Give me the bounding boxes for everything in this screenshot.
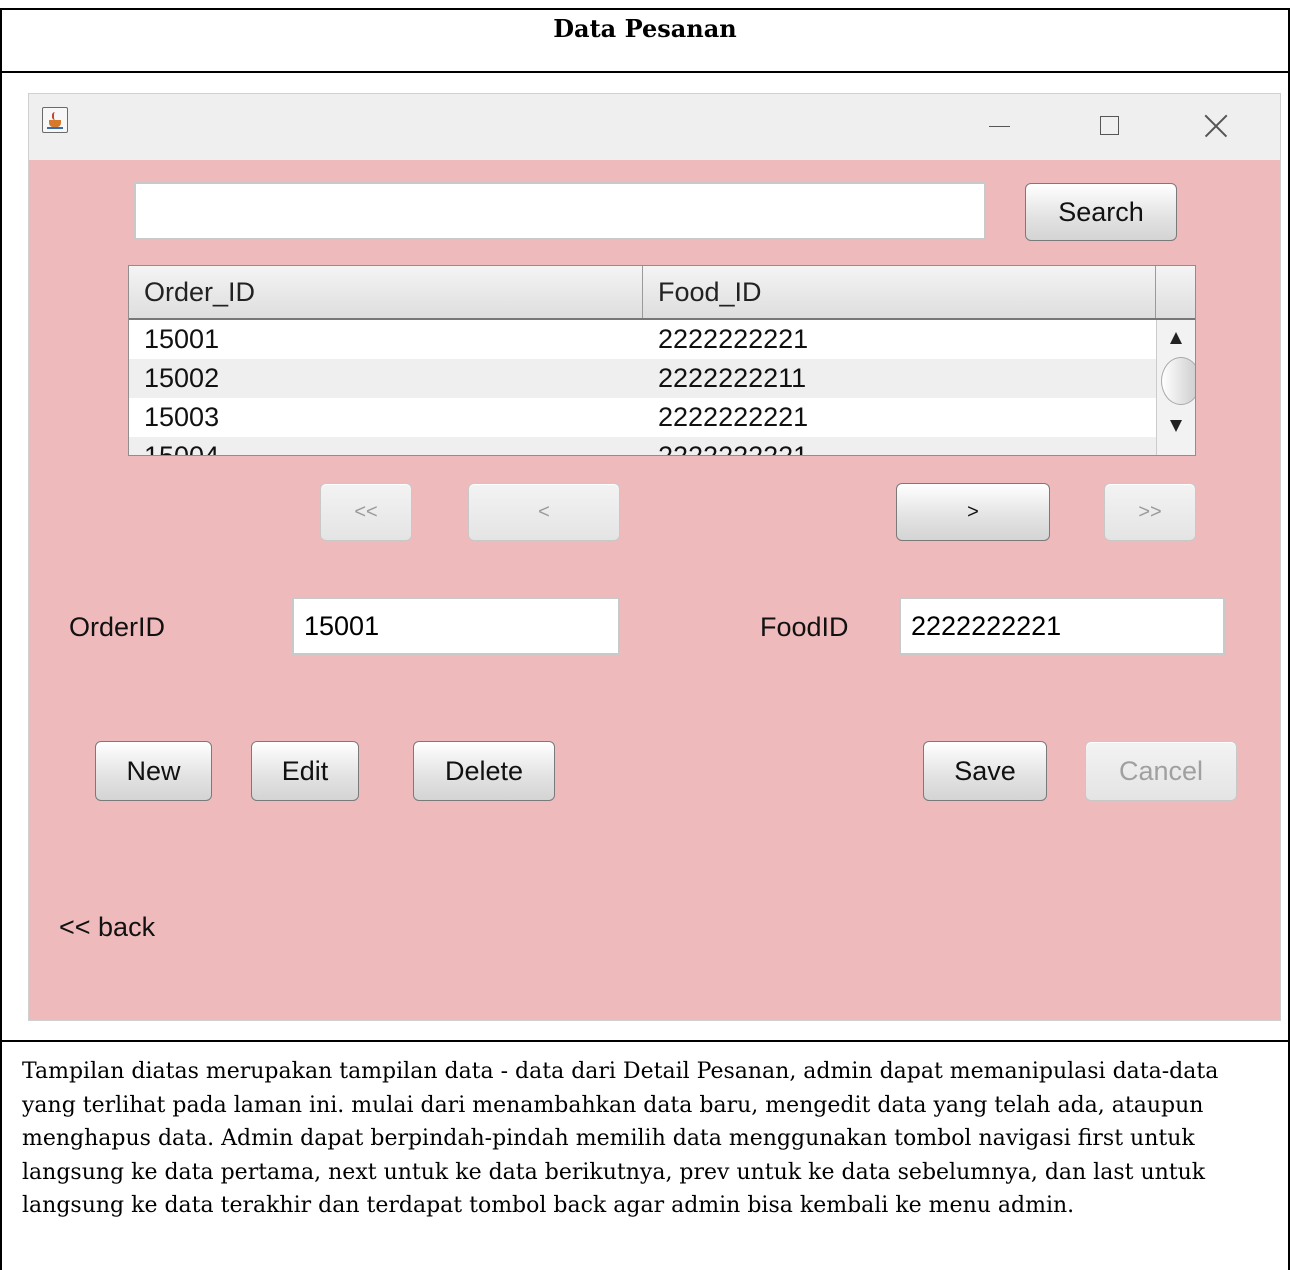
- maximize-icon[interactable]: [1089, 110, 1129, 142]
- table-row[interactable]: 15001 2222222221: [129, 320, 1156, 359]
- food-id-label: FoodID: [760, 612, 849, 642]
- cell-order-id: 15004: [144, 441, 220, 456]
- column-header-food-id[interactable]: Food_ID: [643, 266, 1156, 318]
- cell-order-id: 15003: [144, 402, 220, 432]
- prev-button[interactable]: <: [468, 483, 620, 541]
- new-button[interactable]: New: [95, 741, 212, 801]
- column-header-corner: [1156, 266, 1195, 318]
- table-header: Order_ID Food_ID: [129, 266, 1195, 320]
- table-border-row1: [0, 71, 1290, 73]
- table-scrollbar[interactable]: [1156, 320, 1195, 455]
- table-body: 15001 2222222221 15002 2222222211 15003 …: [129, 320, 1156, 456]
- column-header-order-id[interactable]: Order_ID: [129, 266, 643, 318]
- table-row[interactable]: 15003 2222222221: [129, 398, 1156, 437]
- table-row[interactable]: 15002 2222222211: [129, 359, 1156, 398]
- save-button[interactable]: Save: [923, 741, 1047, 801]
- back-link[interactable]: << back: [59, 912, 155, 943]
- scroll-thumb[interactable]: [1161, 357, 1195, 405]
- cell-order-id: 15002: [144, 363, 220, 393]
- cancel-button[interactable]: Cancel: [1085, 741, 1237, 801]
- table-border-top: [0, 8, 1290, 10]
- delete-button[interactable]: Delete: [413, 741, 555, 801]
- last-button[interactable]: >>: [1104, 483, 1196, 541]
- table-border-left: [0, 8, 2, 1270]
- order-id-field[interactable]: [292, 597, 620, 655]
- minimize-icon[interactable]: [979, 110, 1019, 142]
- app-window: Search Order_ID Food_ID 15001 2222222221…: [28, 93, 1281, 1021]
- edit-button[interactable]: Edit: [251, 741, 359, 801]
- java-cup-icon[interactable]: [42, 107, 68, 133]
- table-row[interactable]: 15004 2222222221: [129, 437, 1156, 456]
- document-title: Data Pesanan: [553, 14, 737, 43]
- document-caption: Tampilan diatas merupakan tampilan data …: [22, 1059, 1219, 1218]
- search-input[interactable]: [134, 182, 986, 240]
- cell-food-id: 2222222211: [658, 363, 807, 393]
- scroll-up-arrow-icon[interactable]: [1170, 332, 1182, 344]
- search-button[interactable]: Search: [1025, 183, 1177, 241]
- cell-order-id: 15001: [144, 324, 220, 354]
- cell-food-id: 2222222221: [658, 441, 809, 456]
- food-id-field[interactable]: [899, 597, 1225, 655]
- window-titlebar: [29, 94, 1280, 160]
- scroll-down-arrow-icon[interactable]: [1170, 420, 1182, 432]
- first-button[interactable]: <<: [320, 483, 412, 541]
- close-icon[interactable]: [1197, 110, 1237, 142]
- order-id-label: OrderID: [69, 612, 166, 642]
- order-table: Order_ID Food_ID 15001 2222222221 15002 …: [128, 265, 1196, 456]
- cell-food-id: 2222222221: [658, 324, 809, 354]
- cell-food-id: 2222222221: [658, 402, 809, 432]
- next-button[interactable]: >: [896, 483, 1050, 541]
- table-border-row2: [0, 1040, 1290, 1042]
